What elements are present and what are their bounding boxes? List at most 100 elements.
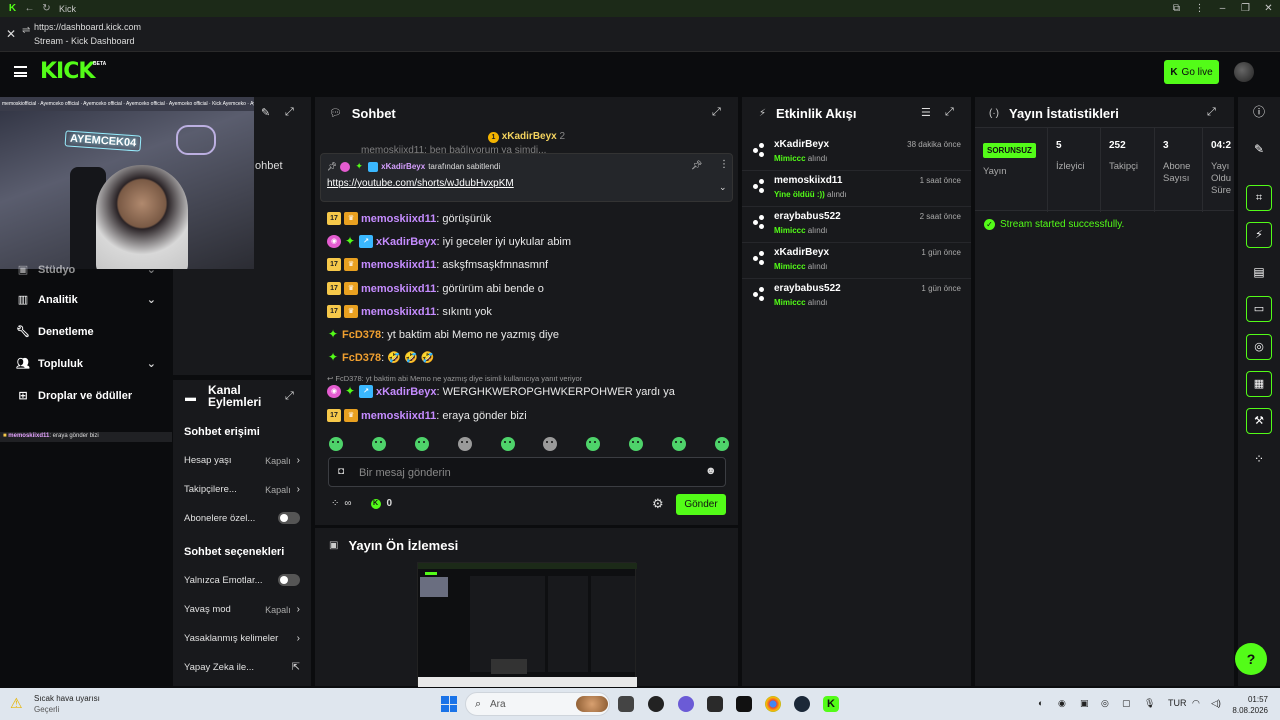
scan-icon[interactable]: ⌗ [1246,185,1272,211]
tray-icon[interactable]: ▢ [1122,698,1131,709]
language-indicator[interactable]: TUR [1168,698,1187,708]
app-icon[interactable] [707,696,723,712]
broadcast-icon[interactable]: ◎ [1246,334,1272,360]
expand-icon[interactable]: ⤢ [712,106,721,119]
edit-icon[interactable]: ✎ [261,106,270,119]
chat-message[interactable]: ◉ ✦ ↗ xKadirBeyx: iyi geceler iyi uykular … [327,235,571,248]
help-chat-button[interactable]: ? [1235,643,1267,675]
sidebar-item-drops[interactable]: ⊞ Droplar ve ödüller [16,389,156,403]
chat-message[interactable]: 17 ♛ memoskiixd11: askşfmsaşkfmnasmnf [327,258,548,271]
emote-icon[interactable] [500,437,515,451]
back-icon[interactable]: ← [21,3,38,14]
more-options-icon[interactable]: ⋮ [719,159,729,170]
chat-message-input[interactable]: ◘ Bir mesaj gönderin ☻ [328,457,726,487]
chat-username[interactable]: memoskiixd11 [361,213,436,225]
chat-username[interactable]: memoskiixd11 [361,306,436,318]
url-text[interactable]: https://dashboard.kick.com [34,22,141,32]
chat-username[interactable]: FcD378 [342,352,381,364]
avatar[interactable] [1234,62,1254,82]
wrench-icon[interactable]: ⚒ [1246,408,1272,434]
restore-icon[interactable]: ❐ [1234,3,1257,14]
activity-event[interactable]: eraybabus522 1 gün önce Mimiccc alındı [742,279,971,315]
gift-banner[interactable]: 1 xKadirBeyx 2 [315,131,738,143]
site-settings-icon[interactable]: ⇌ [22,25,30,36]
reload-icon[interactable]: ↻ [38,3,55,14]
activity-event[interactable]: eraybabus522 2 saat önce Mimiccc alındı [742,207,971,243]
subscribers-only-toggle[interactable] [278,512,300,524]
activity-event[interactable]: xKadirBeyx 38 dakika önce Mimiccc alındı [742,135,971,171]
app-icon[interactable] [648,696,664,712]
emote-icon[interactable] [414,437,429,451]
volume-icon[interactable]: ◁) [1211,698,1221,709]
sidebar-item-community[interactable]: 👥︎ Topluluk ⌄ [16,357,156,371]
weather-title[interactable]: Sıcak hava uyarısı [34,694,100,703]
activity-event[interactable]: memoskiixd11 1 saat önce Yine öldüü :)) … [742,171,971,207]
unpin-icon[interactable]: 📌︎ [691,160,702,171]
wifi-icon[interactable]: ◠ [1192,698,1200,709]
windows-start-icon[interactable] [441,696,457,712]
activity-event[interactable]: xKadirBeyx 1 gün önce Mimiccc alındı [742,243,971,279]
chat-username[interactable]: FcD378 [342,329,381,341]
edit-icon[interactable]: ✎ [1246,136,1272,162]
chevron-down-icon[interactable]: ⌄ [719,182,727,193]
emote-icon[interactable] [329,437,343,451]
tray-icon[interactable]: ◐ [1038,698,1043,708]
kick-dots-icon[interactable]: ⁘ [1246,446,1272,472]
chat-bubble-icon[interactable]: ▭ [1246,296,1272,322]
emotes-only-toggle[interactable] [278,574,300,586]
sidebar-item-moderation[interactable]: 🔧︎ Denetleme [16,325,156,339]
tray-icon[interactable]: ▣ [1080,698,1089,709]
taskbar-clock[interactable]: 01:57 8.08.2026 [1232,694,1268,716]
minimize-icon[interactable]: – [1211,3,1234,14]
emoji-picker-icon[interactable]: ☻ [705,465,717,477]
emote-icon[interactable] [371,437,386,451]
chrome-icon[interactable] [765,696,781,712]
taskbar-search[interactable]: ⌕ Ara [465,692,610,716]
chat-settings-gear-icon[interactable]: ⚙ [652,496,664,512]
expand-icon[interactable]: ⤢ [285,106,294,119]
pinned-link[interactable]: https://youtube.com/shorts/wJdubHvxpKM [327,178,514,189]
setting-banned-words[interactable]: Yasaklanmış kelimeler › [184,633,300,644]
extensions-icon[interactable]: ⧉ [1165,3,1188,14]
steam-icon[interactable] [794,696,810,712]
emote-icon[interactable] [543,437,558,451]
menu-dots-icon[interactable]: ⋮ [1188,3,1211,14]
setting-ai-moderation[interactable]: Yapay Zeka ile... ⇱ [184,662,300,673]
chat-message[interactable]: ◉ ✦ ↗ xKadirBeyx: WERGHKWEROPGHWKERPOHWER … [327,385,675,398]
chat-username[interactable]: xKadirBeyx [376,236,437,248]
app-icon[interactable] [678,696,694,712]
filter-icon[interactable]: ☰ [921,106,931,119]
sidebar-item-studio[interactable]: ▣ Stüdyo ⌄ [16,263,156,277]
emote-icon[interactable] [586,437,601,451]
setting-account-age[interactable]: Hesap yaşı Kapalı › [184,455,300,466]
pinned-by-user[interactable]: xKadirBeyx [381,162,425,171]
setting-followers-only[interactable]: Takipçilere... Kapalı › [184,484,300,495]
sidebar-item-analytics[interactable]: ▥ Analitik ⌄ [16,293,156,307]
expand-icon[interactable]: ⤢ [285,390,294,403]
chat-message[interactable]: 17 ♛ memoskiixd11: görüşürük [327,212,491,225]
chat-message[interactable]: ✦ FcD378: 🤣 🤣 🤣 [327,351,435,365]
tray-icon[interactable]: ◉ [1058,698,1066,709]
chat-username[interactable]: xKadirBeyx [376,386,437,398]
microphone-icon[interactable]: 🎙︎ [1144,698,1155,709]
emote-icon[interactable] [629,437,644,451]
kick-app-icon[interactable]: K [823,696,839,712]
expand-icon[interactable]: ⤢ [1207,106,1216,119]
chat-message[interactable]: 17 ♛ memoskiixd11: görürüm abi bende o [327,282,544,295]
weather-warning-icon[interactable]: ⚠ [10,695,28,713]
setting-slow-mode[interactable]: Yavaş mod Kapalı › [184,604,300,615]
lightning-icon[interactable]: ⚡︎ [1246,222,1272,248]
close-tab-icon[interactable]: ✕ [6,27,16,41]
chat-username[interactable]: memoskiixd11 [361,410,436,422]
chat-username[interactable]: memoskiixd11 [361,283,436,295]
chat-username[interactable]: memoskiixd11 [361,259,436,271]
send-button[interactable]: Gönder [676,494,726,515]
task-view-icon[interactable] [618,696,634,712]
kick-logo[interactable]: KICK [40,59,95,84]
chat-message[interactable]: ✦ FcD378: yt baktim abi Memo ne yazmış d… [327,328,559,341]
preview-icon[interactable]: ▦ [1246,371,1272,397]
close-window-icon[interactable]: ✕ [1257,3,1280,14]
capcut-icon[interactable] [736,696,752,712]
go-live-button[interactable]: K Go live [1164,60,1219,84]
chat-message[interactable]: 17 ♛ memoskiixd11: sıkıntı yok [327,305,492,318]
